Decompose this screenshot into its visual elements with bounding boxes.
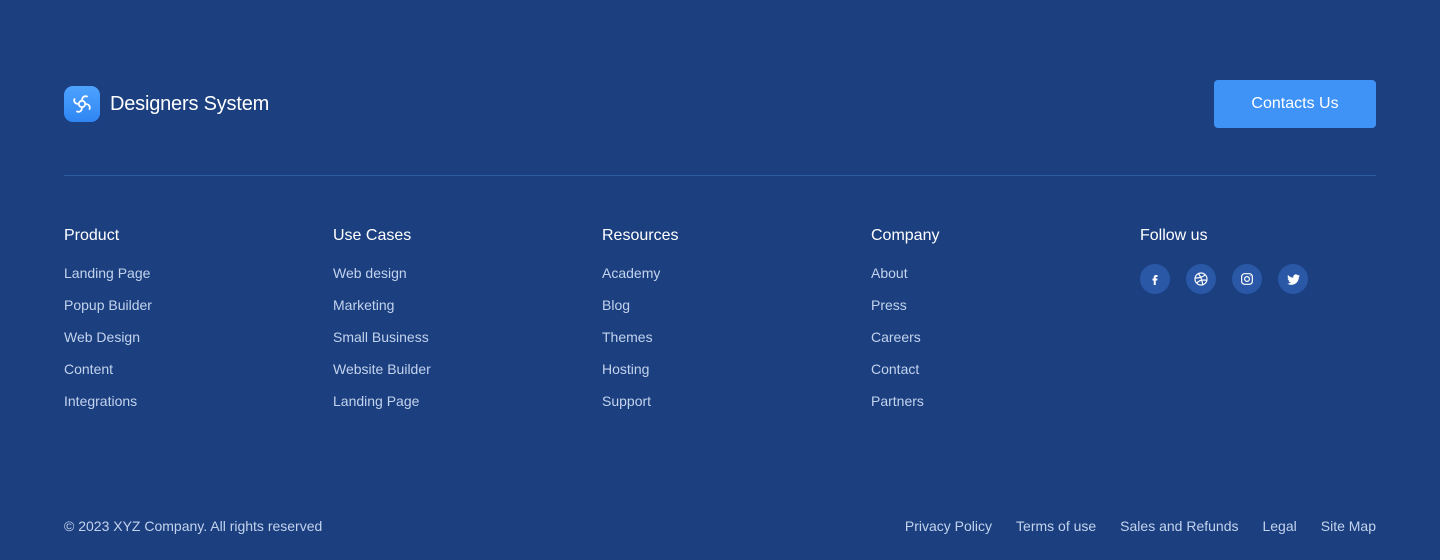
footer-link[interactable]: Academy — [602, 265, 660, 281]
dribbble-icon[interactable] — [1186, 264, 1216, 294]
brand-name: Designers System — [110, 92, 270, 115]
column-title: Follow us — [1140, 227, 1208, 244]
footer-link[interactable]: Hosting — [602, 361, 649, 377]
footer-column-product: Product Landing Page Popup Builder Web D… — [64, 226, 333, 424]
privacy-policy-link[interactable]: Privacy Policy — [905, 518, 992, 534]
footer-column-company: Company About Press Careers Contact Part… — [871, 226, 1140, 424]
legal-link[interactable]: Legal — [1262, 518, 1296, 534]
sales-and-refunds-link[interactable]: Sales and Refunds — [1120, 518, 1238, 534]
social-links — [1140, 264, 1409, 294]
terms-of-use-link[interactable]: Terms of use — [1016, 518, 1096, 534]
pinwheel-icon — [64, 86, 100, 122]
footer-link[interactable]: Marketing — [333, 297, 394, 313]
footer-link[interactable]: Contact — [871, 361, 919, 377]
footer-link[interactable]: Website Builder — [333, 361, 431, 377]
footer-link[interactable]: Web design — [333, 265, 407, 281]
footer-link[interactable]: Popup Builder — [64, 297, 152, 313]
copyright-text: © 2023 XYZ Company. All rights reserved — [64, 518, 323, 534]
twitter-icon[interactable] — [1278, 264, 1308, 294]
footer-top-row: Designers System Contacts Us — [64, 80, 1376, 128]
footer-columns: Product Landing Page Popup Builder Web D… — [64, 226, 1409, 424]
site-map-link[interactable]: Site Map — [1321, 518, 1376, 534]
footer-link[interactable]: Blog — [602, 297, 630, 313]
facebook-icon[interactable] — [1140, 264, 1170, 294]
footer-link[interactable]: Content — [64, 361, 113, 377]
footer-link[interactable]: Web Design — [64, 329, 140, 345]
footer-link[interactable]: Support — [602, 393, 651, 409]
footer-column-resources: Resources Academy Blog Themes Hosting Su… — [602, 226, 871, 424]
footer-link[interactable]: Partners — [871, 393, 924, 409]
footer-column-follow: Follow us — [1140, 226, 1409, 424]
footer-link[interactable]: Landing Page — [64, 265, 150, 281]
footer-link[interactable]: Themes — [602, 329, 653, 345]
column-title: Product — [64, 227, 120, 244]
column-title: Resources — [602, 227, 679, 244]
footer-bottom-row: © 2023 XYZ Company. All rights reserved … — [64, 516, 1376, 536]
footer-link[interactable]: Press — [871, 297, 907, 313]
legal-links: Privacy Policy Terms of use Sales and Re… — [905, 518, 1376, 534]
instagram-icon[interactable] — [1232, 264, 1262, 294]
footer-divider — [64, 175, 1376, 176]
site-footer: Designers System Contacts Us Product Lan… — [0, 0, 1440, 560]
footer-link[interactable]: Small Business — [333, 329, 429, 345]
footer-link[interactable]: About — [871, 265, 908, 281]
footer-column-use-cases: Use Cases Web design Marketing Small Bus… — [333, 226, 602, 424]
column-title: Use Cases — [333, 227, 412, 244]
footer-link[interactable]: Integrations — [64, 393, 137, 409]
contact-us-button[interactable]: Contacts Us — [1214, 80, 1376, 128]
footer-link[interactable]: Careers — [871, 329, 921, 345]
column-title: Company — [871, 227, 940, 244]
brand[interactable]: Designers System — [64, 86, 269, 122]
footer-link[interactable]: Landing Page — [333, 393, 419, 409]
